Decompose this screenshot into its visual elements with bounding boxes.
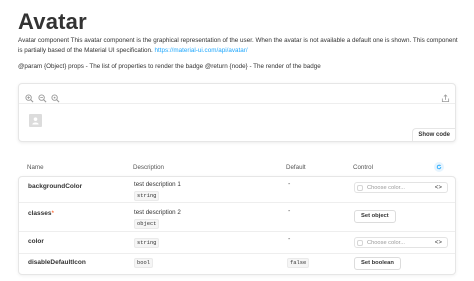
preview-toolbar — [19, 84, 455, 104]
component-description: Avatar component This avatar component i… — [18, 36, 458, 56]
default-user-icon — [32, 117, 39, 125]
code-toggle-icon[interactable]: <> — [435, 239, 442, 246]
props-table: Name Description Default Control backgro… — [18, 158, 456, 275]
table-body: backgroundColor test description 1 strin… — [18, 176, 456, 275]
prop-type: bool — [134, 258, 153, 268]
prop-type: object — [134, 219, 160, 229]
prop-type: string — [134, 238, 160, 248]
table-header: Name Description Default Control — [18, 158, 456, 176]
header-name: Name — [27, 164, 44, 171]
color-placeholder: Choose color... — [367, 185, 405, 191]
prop-default: - — [288, 208, 291, 215]
color-swatch[interactable] — [357, 240, 363, 246]
color-swatch[interactable] — [357, 185, 363, 191]
color-placeholder: Choose color... — [367, 240, 405, 246]
table-row: color string - Choose color... <> — [19, 232, 455, 254]
prop-name: disableDefaultIcon — [28, 259, 86, 266]
color-picker-input[interactable]: Choose color... <> — [354, 182, 448, 193]
set-boolean-button[interactable]: Set boolean — [354, 257, 401, 270]
table-row: disableDefaultIcon bool false Set boolea… — [19, 254, 455, 274]
show-code-button[interactable]: Show code — [412, 128, 455, 141]
material-ui-link[interactable]: https://material-ui.com/api/avatar/ — [155, 47, 248, 54]
preview-panel: Show code — [18, 83, 456, 142]
page-title: Avatar — [18, 9, 87, 34]
prop-default: - — [288, 181, 291, 188]
prop-name: color — [28, 238, 44, 245]
zoom-reset-icon[interactable] — [51, 90, 60, 103]
prop-name-text: classes — [28, 210, 52, 217]
prop-name: backgroundColor — [28, 183, 83, 190]
zoom-in-icon[interactable] — [25, 90, 34, 103]
required-mark: * — [51, 210, 55, 217]
prop-description: test description 1 — [134, 181, 181, 188]
set-object-button[interactable]: Set object — [354, 210, 396, 223]
header-control: Control — [353, 164, 373, 171]
avatar — [29, 114, 42, 127]
code-toggle-icon[interactable]: <> — [435, 184, 442, 191]
header-description: Description — [133, 164, 164, 171]
params-text: @param {Object} props - The list of prop… — [18, 63, 321, 70]
table-row: classes* test description 2 object - Set… — [19, 203, 455, 232]
share-icon[interactable] — [441, 90, 450, 103]
reset-controls-icon[interactable] — [434, 162, 444, 172]
header-default: Default — [286, 164, 306, 171]
zoom-out-icon[interactable] — [38, 90, 47, 103]
prop-name: classes* — [28, 210, 54, 217]
prop-type: string — [134, 191, 160, 201]
prop-description: test description 2 — [134, 209, 181, 216]
prop-default: - — [288, 236, 291, 243]
prop-default: false — [287, 258, 310, 268]
table-row: backgroundColor test description 1 strin… — [19, 177, 455, 203]
color-picker-input[interactable]: Choose color... <> — [354, 237, 448, 248]
